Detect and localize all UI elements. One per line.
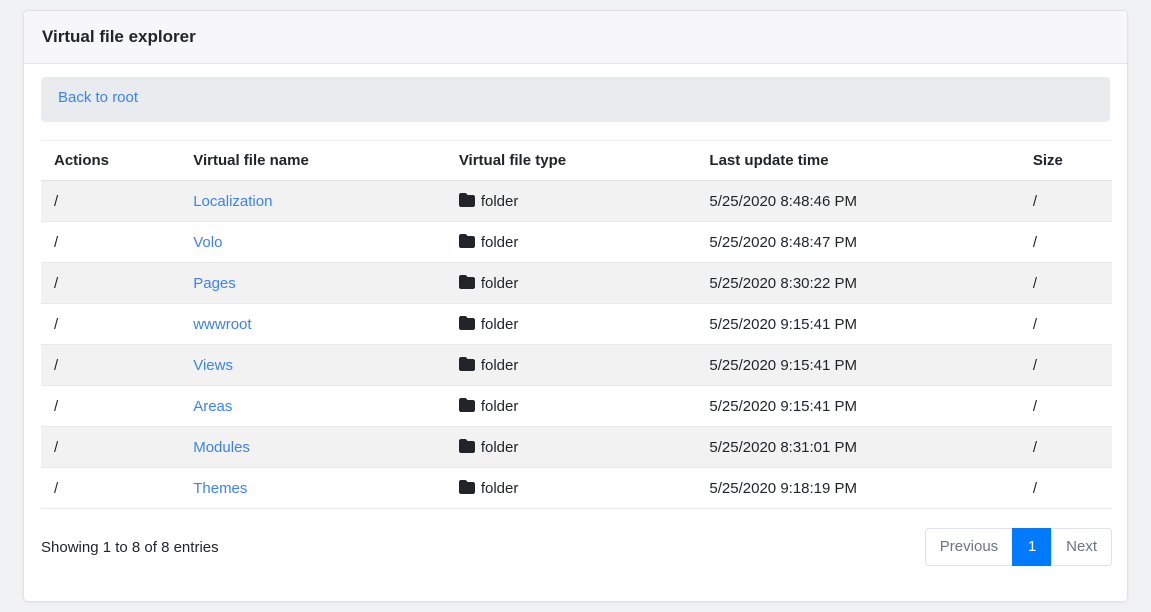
file-type-label: folder	[481, 439, 519, 456]
last-update-cell: 5/25/2020 8:30:22 PM	[696, 263, 1019, 304]
folder-icon	[459, 274, 475, 290]
folder-icon	[459, 315, 475, 331]
file-name-link[interactable]: Volo	[193, 234, 222, 251]
actions-cell: /	[41, 468, 180, 509]
file-name-link[interactable]: Areas	[193, 398, 232, 415]
pagination-next-button[interactable]: Next	[1051, 528, 1112, 566]
table-row: / Themes folder 5/25/2020 9:18:19 PM /	[41, 468, 1112, 509]
file-name-cell: Modules	[180, 427, 446, 468]
column-header-file-type: Virtual file type	[446, 141, 697, 181]
file-type-label: folder	[481, 480, 519, 497]
file-name-cell: wwwroot	[180, 304, 446, 345]
table-row: / Pages folder 5/25/2020 8:30:22 PM /	[41, 263, 1112, 304]
folder-icon	[459, 233, 475, 249]
size-cell: /	[1020, 427, 1112, 468]
file-name-cell: Areas	[180, 386, 446, 427]
table-row: / Areas folder 5/25/2020 9:15:41 PM /	[41, 386, 1112, 427]
file-name-link[interactable]: Pages	[193, 275, 236, 292]
table-row: / Localization folder 5/25/2020 8:48:46 …	[41, 181, 1112, 222]
folder-icon	[459, 192, 475, 208]
file-name-cell: Localization	[180, 181, 446, 222]
last-update-cell: 5/25/2020 9:18:19 PM	[696, 468, 1019, 509]
column-header-size: Size	[1020, 141, 1112, 181]
actions-cell: /	[41, 304, 180, 345]
actions-cell: /	[41, 181, 180, 222]
last-update-cell: 5/25/2020 9:15:41 PM	[696, 304, 1019, 345]
table-row: / Views folder 5/25/2020 9:15:41 PM /	[41, 345, 1112, 386]
last-update-cell: 5/25/2020 8:48:47 PM	[696, 222, 1019, 263]
file-type-cell: folder	[446, 386, 697, 427]
entries-summary: Showing 1 to 8 of 8 entries	[41, 539, 219, 556]
last-update-cell: 5/25/2020 9:15:41 PM	[696, 386, 1019, 427]
file-type-label: folder	[481, 357, 519, 374]
size-cell: /	[1020, 468, 1112, 509]
table-row: / wwwroot folder 5/25/2020 9:15:41 PM /	[41, 304, 1112, 345]
size-cell: /	[1020, 263, 1112, 304]
size-cell: /	[1020, 222, 1112, 263]
pagination: Previous 1 Next	[925, 528, 1112, 566]
pagination-previous-item: Previous	[925, 528, 1013, 566]
folder-icon	[459, 438, 475, 454]
file-name-link[interactable]: Views	[193, 357, 233, 374]
file-type-cell: folder	[446, 222, 697, 263]
file-name-cell: Themes	[180, 468, 446, 509]
actions-cell: /	[41, 427, 180, 468]
size-cell: /	[1020, 386, 1112, 427]
pagination-next-item: Next	[1052, 528, 1112, 566]
file-type-label: folder	[481, 316, 519, 333]
card-title: Virtual file explorer	[24, 11, 1127, 64]
pagination-page-1-button[interactable]: 1	[1012, 528, 1052, 566]
file-name-cell: Views	[180, 345, 446, 386]
file-type-cell: folder	[446, 304, 697, 345]
column-header-file-name: Virtual file name	[180, 141, 446, 181]
virtual-file-explorer-card: Virtual file explorer Back to root Actio…	[23, 10, 1128, 602]
actions-cell: /	[41, 345, 180, 386]
card-body: Back to root Actions Virtual file name V…	[24, 64, 1127, 583]
last-update-cell: 5/25/2020 8:48:46 PM	[696, 181, 1019, 222]
back-to-root-link[interactable]: Back to root	[58, 89, 138, 106]
table-header-row: Actions Virtual file name Virtual file t…	[41, 141, 1112, 181]
pagination-page-1-item: 1	[1013, 528, 1052, 566]
folder-icon	[459, 397, 475, 413]
file-name-link[interactable]: Modules	[193, 439, 250, 456]
file-name-link[interactable]: Themes	[193, 480, 247, 497]
file-type-label: folder	[481, 398, 519, 415]
last-update-cell: 5/25/2020 9:15:41 PM	[696, 345, 1019, 386]
last-update-cell: 5/25/2020 8:31:01 PM	[696, 427, 1019, 468]
folder-icon	[459, 479, 475, 495]
column-header-actions: Actions	[41, 141, 180, 181]
file-name-link[interactable]: Localization	[193, 193, 272, 210]
actions-cell: /	[41, 386, 180, 427]
size-cell: /	[1020, 345, 1112, 386]
file-table: Actions Virtual file name Virtual file t…	[41, 140, 1112, 509]
table-row: / Volo folder 5/25/2020 8:48:47 PM /	[41, 222, 1112, 263]
file-type-cell: folder	[446, 468, 697, 509]
file-type-label: folder	[481, 234, 519, 251]
breadcrumb: Back to root	[41, 77, 1110, 122]
folder-icon	[459, 356, 475, 372]
table-row: / Modules folder 5/25/2020 8:31:01 PM /	[41, 427, 1112, 468]
file-type-cell: folder	[446, 181, 697, 222]
pagination-previous-button[interactable]: Previous	[925, 528, 1013, 566]
size-cell: /	[1020, 304, 1112, 345]
actions-cell: /	[41, 222, 180, 263]
actions-cell: /	[41, 263, 180, 304]
file-type-label: folder	[481, 275, 519, 292]
file-type-label: folder	[481, 193, 519, 210]
file-type-cell: folder	[446, 345, 697, 386]
file-name-cell: Pages	[180, 263, 446, 304]
file-type-cell: folder	[446, 427, 697, 468]
table-body: / Localization folder 5/25/2020 8:48:46 …	[41, 181, 1112, 509]
table-footer: Showing 1 to 8 of 8 entries Previous 1 N…	[41, 528, 1112, 566]
file-name-cell: Volo	[180, 222, 446, 263]
column-header-last-update: Last update time	[696, 141, 1019, 181]
file-name-link[interactable]: wwwroot	[193, 316, 251, 333]
file-type-cell: folder	[446, 263, 697, 304]
size-cell: /	[1020, 181, 1112, 222]
table-header: Actions Virtual file name Virtual file t…	[41, 141, 1112, 181]
